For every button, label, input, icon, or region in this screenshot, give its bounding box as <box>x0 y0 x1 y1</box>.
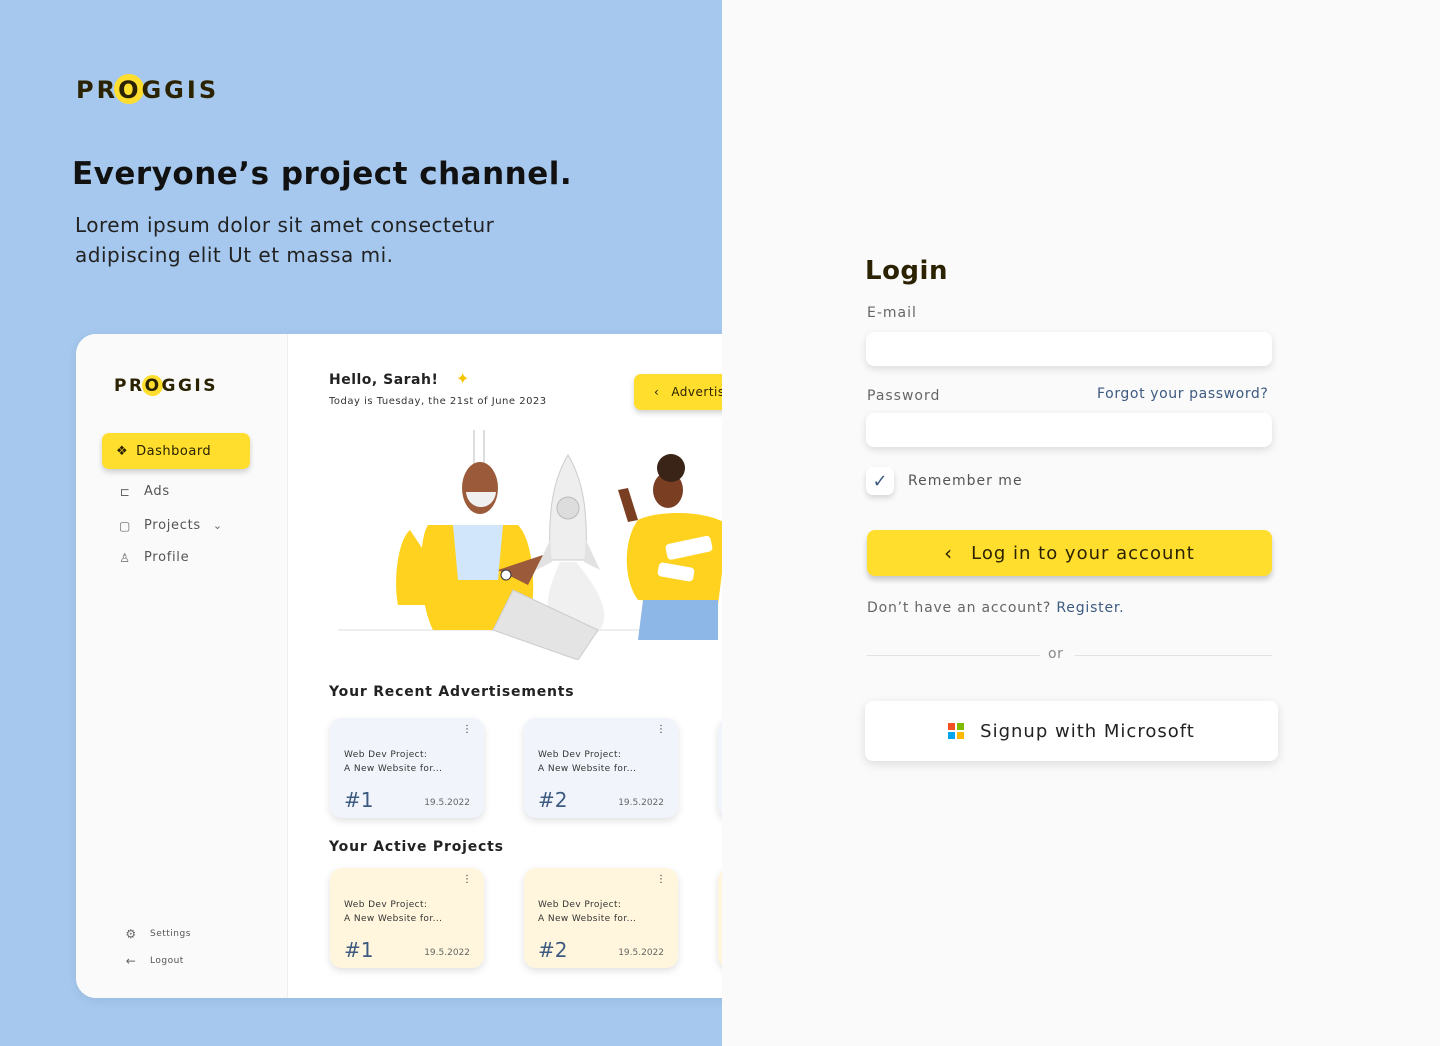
megaphone-icon: ⊏ <box>119 484 131 499</box>
user-icon: ♙ <box>119 550 131 565</box>
advertise-button-label: Advertise <box>671 385 722 399</box>
or-separator: or <box>1048 646 1064 662</box>
sidebar-item-label: Settings <box>150 929 191 939</box>
card-number: #2 <box>538 788 568 812</box>
card-date: 19.5.2022 <box>424 948 470 958</box>
date-text: Today is Tuesday, the 21st of June 2023 <box>329 396 547 407</box>
card-line-2: A New Website for... <box>344 764 443 774</box>
remember-me-label[interactable]: Remember me <box>908 473 1023 489</box>
more-icon: ⋮ <box>462 874 472 885</box>
sidebar-item-dashboard: ❖ Dashboard <box>102 433 250 469</box>
card-date: 19.5.2022 <box>618 798 664 808</box>
divider-right <box>1075 655 1272 656</box>
card-date: 19.5.2022 <box>618 948 664 958</box>
app-preview: PROGGIS ❖ Dashboard ⊏ Ads ▢ Projects ⌄ ♙… <box>76 334 722 998</box>
promo-panel: PROGGIS Everyone’s project channel. Lore… <box>0 0 722 1046</box>
login-button-label: Log in to your account <box>971 542 1195 564</box>
preview-logo-o: O <box>141 375 163 396</box>
sidebar-item-ads: ⊏ Ads <box>116 484 170 499</box>
email-label: E-mail <box>867 305 917 321</box>
ad-card: ⋮ Web Dev Project: A New Website for... … <box>330 718 484 818</box>
password-label: Password <box>867 388 941 404</box>
project-card-partial <box>718 868 722 968</box>
chevron-down-icon: ⌄ <box>212 519 223 532</box>
ad-card: ⋮ Web Dev Project: A New Website for... … <box>524 718 678 818</box>
logo-text-pre: PR <box>76 76 119 104</box>
login-title: Login <box>865 256 948 286</box>
forgot-password-link[interactable]: Forgot your password? <box>1097 386 1268 402</box>
card-line-1: Web Dev Project: <box>344 750 428 760</box>
card-line-1: Web Dev Project: <box>538 750 622 760</box>
sidebar-item-label: Ads <box>144 484 170 499</box>
divider-left <box>867 655 1040 656</box>
clipboard-icon: ▢ <box>118 518 132 533</box>
recent-ads-title: Your Recent Advertisements <box>329 684 575 700</box>
brand-logo: PROGGIS <box>76 74 220 104</box>
active-projects-title: Your Active Projects <box>329 839 504 855</box>
preview-logo-pre: PR <box>114 376 145 396</box>
more-icon: ⋮ <box>656 724 666 735</box>
preview-logo-post: GGIS <box>161 376 218 396</box>
sidebar-item-label: Projects <box>144 518 201 533</box>
card-line-1: Web Dev Project: <box>538 900 622 910</box>
dashboard-icon: ❖ <box>116 443 129 459</box>
project-card: ⋮ Web Dev Project: A New Website for... … <box>330 868 484 968</box>
sidebar-item-projects: ▢ Projects ⌄ <box>116 518 223 533</box>
card-line-2: A New Website for... <box>538 764 637 774</box>
sparkle-icon: ✦ <box>456 369 470 388</box>
chevron-left-icon: ‹ <box>654 385 660 399</box>
sidebar-item-label: Dashboard <box>136 443 212 459</box>
card-number: #2 <box>538 938 568 962</box>
logo-text-o: O <box>114 74 145 104</box>
card-line-2: A New Website for... <box>538 914 637 924</box>
login-button[interactable]: ‹ Log in to your account <box>867 530 1272 576</box>
email-field[interactable] <box>866 332 1272 366</box>
team-illustration <box>338 430 722 660</box>
sidebar-item-label: Profile <box>144 550 190 565</box>
sidebar-item-label: Logout <box>150 956 184 966</box>
preview-logo: PROGGIS <box>114 375 218 396</box>
preview-sidebar: PROGGIS ❖ Dashboard ⊏ Ads ▢ Projects ⌄ ♙… <box>76 334 288 998</box>
card-number: #1 <box>344 788 374 812</box>
more-icon: ⋮ <box>656 874 666 885</box>
more-icon: ⋮ <box>462 724 472 735</box>
hero-subline: Lorem ipsum dolor sit amet consectetur a… <box>75 213 495 267</box>
sidebar-item-profile: ♙ Profile <box>116 550 189 565</box>
checkmark-icon: ✓ <box>872 470 888 492</box>
chevron-left-icon: ‹ <box>944 541 954 565</box>
ad-card-partial <box>718 718 722 818</box>
card-number: #1 <box>344 938 374 962</box>
greeting: Hello, Sarah! <box>329 372 439 388</box>
gear-icon: ⚙ <box>125 927 137 941</box>
project-card: ⋮ Web Dev Project: A New Website for... … <box>524 868 678 968</box>
microsoft-signup-button[interactable]: Signup with Microsoft <box>865 701 1278 761</box>
microsoft-logo-icon <box>948 723 965 739</box>
card-line-1: Web Dev Project: <box>344 900 428 910</box>
sidebar-item-logout: ← Logout <box>122 954 184 968</box>
microsoft-signup-label: Signup with Microsoft <box>980 720 1195 742</box>
password-field[interactable] <box>866 413 1272 447</box>
card-date: 19.5.2022 <box>424 798 470 808</box>
advertise-button: ‹ Advertise <box>634 374 722 410</box>
logo-text-post: GGIS <box>141 76 220 104</box>
sidebar-item-settings: ⚙ Settings <box>122 927 191 941</box>
card-line-2: A New Website for... <box>344 914 443 924</box>
register-link[interactable]: Register. <box>1056 600 1124 616</box>
no-account-text: Don’t have an account? Register. <box>867 600 1124 616</box>
hero-headline: Everyone’s project channel. <box>72 156 573 192</box>
preview-main: Hello, Sarah! ✦ Today is Tuesday, the 21… <box>288 334 722 998</box>
remember-me-checkbox[interactable]: ✓ <box>866 467 894 495</box>
arrow-left-icon: ← <box>125 954 137 968</box>
no-account-label: Don’t have an account? <box>867 600 1052 616</box>
